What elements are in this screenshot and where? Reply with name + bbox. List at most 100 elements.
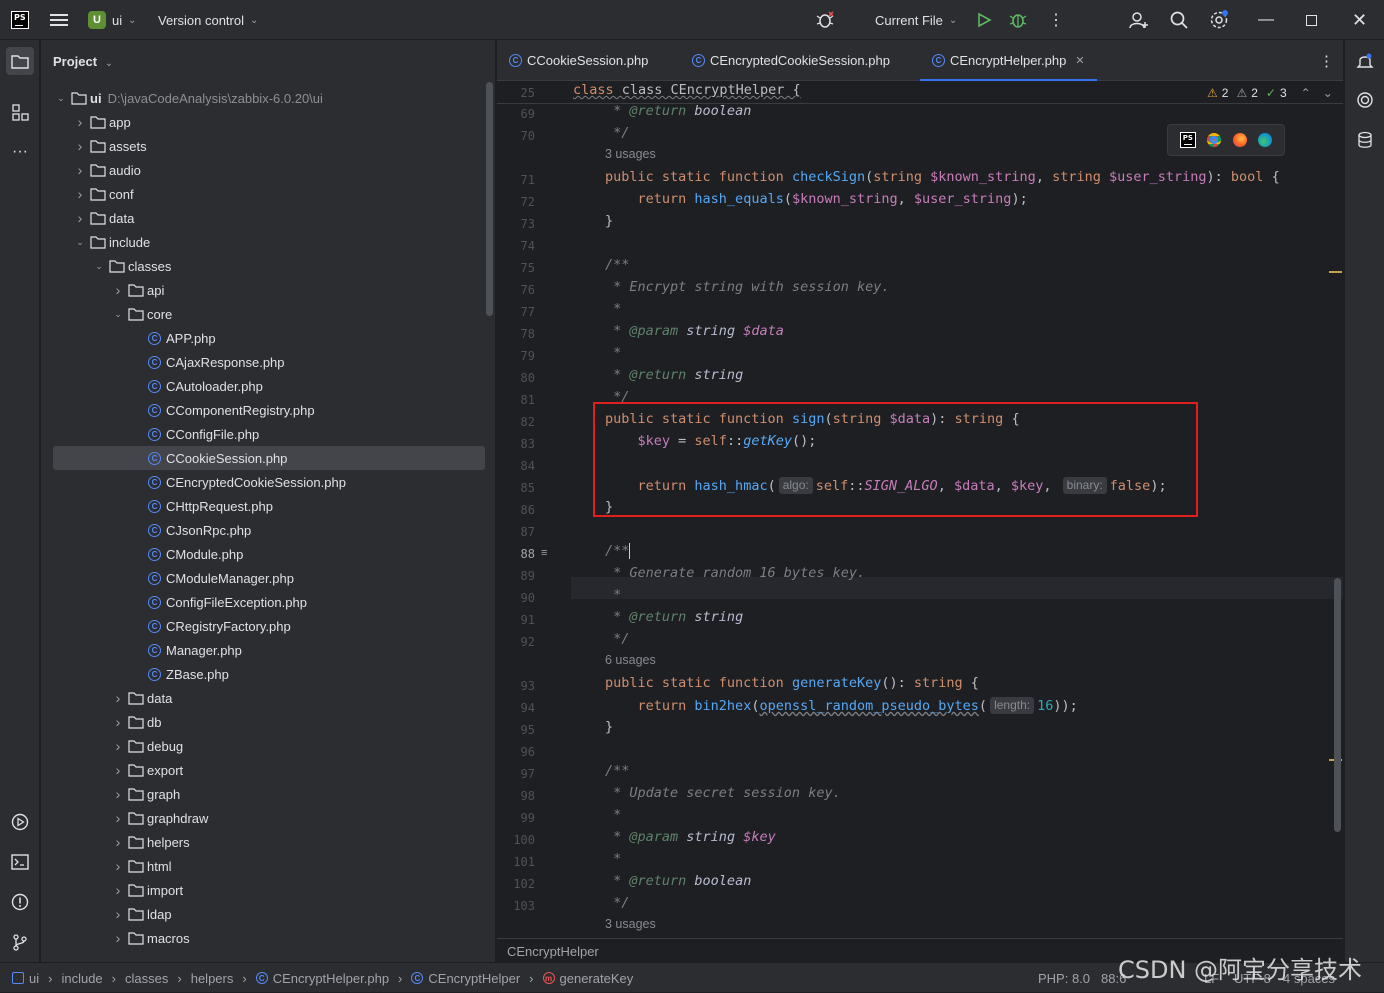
chevron-right-icon[interactable]: › [110,930,126,946]
tab-cencrypthelper[interactable]: C CEncryptHelper.php ✕ [920,40,1097,82]
phpstorm-browser-icon[interactable]: PS [1179,132,1196,148]
close-tab-icon[interactable]: ✕ [1075,54,1084,67]
chevron-right-icon[interactable]: › [72,210,88,226]
status-crumb[interactable]: include [61,971,102,986]
editor-scrollbar[interactable] [1334,578,1341,832]
status-crumb[interactable]: helpers [191,971,234,986]
chevron-right-icon[interactable]: › [110,282,126,298]
status-crumb[interactable]: classes [125,971,168,986]
terminal-tool-button[interactable] [6,848,34,876]
line-number[interactable]: 98 [497,785,535,807]
tree-folder-item[interactable]: › assets [53,134,485,158]
run-config-selector[interactable]: Current File ⌄ [875,0,957,40]
tree-folder-item[interactable]: ⌄ include [53,230,485,254]
line-number[interactable]: 83 [497,433,535,455]
tree-folder-item[interactable]: › debug [53,734,485,758]
chevron-right-icon[interactable]: › [110,786,126,802]
chevron-right-icon[interactable]: › [110,882,126,898]
chevron-up-icon[interactable]: ⌃ [1301,86,1311,100]
line-number[interactable]: 81 [497,389,535,411]
line-number[interactable]: 99 [497,807,535,829]
line-number[interactable]: 96 [497,741,535,763]
line-number[interactable]: 88 [497,543,535,565]
tree-file-item[interactable]: C ZBase.php [53,662,485,686]
settings-button[interactable] [1209,0,1229,40]
line-number[interactable]: 72 [497,191,535,213]
tree-file-item[interactable]: C CJsonRpc.php [53,518,485,542]
services-tool-button[interactable] [6,808,34,836]
search-button[interactable] [1170,0,1188,40]
tree-folder-item[interactable]: › macros [53,926,485,950]
status-crumb[interactable]: ui [29,971,39,986]
chevron-right-icon[interactable]: › [110,858,126,874]
tree-folder-item[interactable]: › db [53,710,485,734]
line-number[interactable]: 93 [497,675,535,697]
tree-file-item[interactable]: C CModule.php [53,542,485,566]
project-selector[interactable]: U ui ⌄ [88,0,137,40]
tree-folder-item[interactable]: › data [53,686,485,710]
more-tools-icon[interactable]: ··· [6,138,34,166]
tree-folder-item[interactable]: › export [53,758,485,782]
line-number[interactable]: 71 [497,169,535,191]
line-number[interactable]: 87 [497,521,535,543]
chevron-down-icon[interactable]: ⌄ [72,234,88,250]
line-number[interactable]: 69 [497,103,535,125]
git-tool-button[interactable] [6,928,34,956]
tree-folder-item[interactable]: › import [53,878,485,902]
tree-folder-item[interactable]: › ldap [53,902,485,926]
tree-file-item[interactable]: C CModuleManager.php [53,566,485,590]
notifications-button[interactable] [1351,47,1379,75]
structure-tool-button[interactable] [6,98,34,126]
tab-options-icon[interactable]: ⋮ [1319,40,1334,81]
line-number[interactable]: 103 [497,895,535,917]
line-number[interactable]: 89 [497,565,535,587]
tree-file-item[interactable]: C CAutoloader.php [53,374,485,398]
ai-assistant-button[interactable] [1351,86,1379,114]
tree-file-item[interactable]: C CComponentRegistry.php [53,398,485,422]
usages-hint[interactable]: 6 usages [605,653,656,675]
main-menu-button[interactable] [50,0,68,40]
tree-folder-item[interactable]: › graph [53,782,485,806]
chevron-right-icon[interactable]: › [110,714,126,730]
line-number[interactable]: 86 [497,499,535,521]
chevron-right-icon[interactable]: › [110,738,126,754]
project-panel-header[interactable]: Project ⌄ [53,54,113,69]
tree-folder-item[interactable]: › api [53,278,485,302]
line-number[interactable]: 80 [497,367,535,389]
line-number[interactable]: 74 [497,235,535,257]
tree-folder-item[interactable]: ⌄ classes [53,254,485,278]
line-number[interactable]: 101 [497,851,535,873]
usages-hint[interactable]: 3 usages [605,917,656,939]
chevron-right-icon[interactable]: › [72,186,88,202]
add-user-button[interactable] [1129,0,1149,40]
chevron-right-icon[interactable]: › [110,690,126,706]
line-number[interactable]: 91 [497,609,535,631]
run-button[interactable] [976,0,992,40]
tree-file-item[interactable]: C CAjaxResponse.php [53,350,485,374]
inspection-widget[interactable]: ⚠ 2 ⚠ 2 ✓ 3 ⌃ ⌄ [1207,84,1333,102]
tree-file-item[interactable]: C CConfigFile.php [53,422,485,446]
line-number[interactable]: 90 [497,587,535,609]
tree-root[interactable]: ⌄ ui D:\javaCodeAnalysis\zabbix-6.0.20\u… [53,86,485,110]
tree-folder-item[interactable]: › conf [53,182,485,206]
tree-file-item[interactable]: C CHttpRequest.php [53,494,485,518]
line-number[interactable]: 94 [497,697,535,719]
debug-button[interactable] [1009,0,1027,40]
firefox-icon[interactable] [1232,133,1247,147]
line-number[interactable]: 100 [497,829,535,851]
line-number[interactable]: 102 [497,873,535,895]
usages-hint[interactable]: 3 usages [605,147,656,169]
php-version[interactable]: PHP: 8.0 [1038,963,1090,993]
line-number[interactable]: 70 [497,125,535,147]
line-number[interactable]: 76 [497,279,535,301]
tree-folder-item[interactable]: › app [53,110,485,134]
line-number[interactable]: 84 [497,455,535,477]
line-number[interactable]: 95 [497,719,535,741]
line-number[interactable]: 75 [497,257,535,279]
chevron-right-icon[interactable]: › [110,810,126,826]
tree-folder-item[interactable]: › audio [53,158,485,182]
line-number[interactable]: 78 [497,323,535,345]
tab-cencryptedcookiesession[interactable]: C CEncryptedCookieSession.php [692,40,890,81]
status-crumb[interactable]: CEncryptHelper.php [273,971,389,986]
tree-file-item[interactable]: C CEncryptedCookieSession.php [53,470,485,494]
